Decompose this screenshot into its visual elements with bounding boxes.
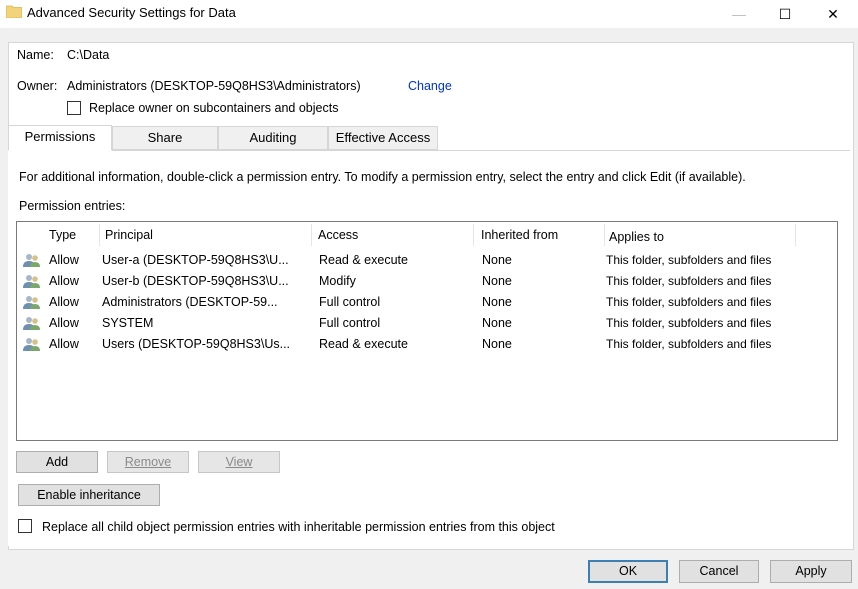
- maximize-button[interactable]: ☐: [762, 0, 808, 28]
- users-icon: [23, 338, 40, 351]
- tab-auditing[interactable]: Auditing: [218, 126, 328, 150]
- users-icon: [23, 317, 40, 330]
- view-button-label: View: [225, 455, 253, 469]
- minimize-button[interactable]: —: [716, 0, 762, 28]
- permission-entries-list[interactable]: Type Principal Access Inherited from App…: [16, 221, 838, 441]
- tab-permissions-label: Permissions: [24, 129, 96, 144]
- cell-applies-to: This folder, subfolders and files: [606, 316, 772, 330]
- window-title: Advanced Security Settings for Data: [27, 5, 236, 20]
- replace-owner-checkbox[interactable]: [67, 101, 81, 115]
- cell-applies-to: This folder, subfolders and files: [606, 274, 772, 288]
- cell-principal: Administrators (DESKTOP-59...: [102, 295, 278, 309]
- cell-inherited-from: None: [482, 253, 512, 267]
- replace-owner-label: Replace owner on subcontainers and objec…: [89, 101, 339, 115]
- column-separator[interactable]: [99, 224, 100, 246]
- owner-label: Owner:: [17, 79, 58, 93]
- replace-child-permissions-label: Replace all child object permission entr…: [42, 520, 555, 534]
- cell-applies-to: This folder, subfolders and files: [606, 295, 772, 309]
- add-button[interactable]: Add: [16, 451, 98, 473]
- cell-access: Modify: [319, 274, 356, 288]
- tab-permissions[interactable]: Permissions: [8, 125, 112, 151]
- cell-principal: Users (DESKTOP-59Q8HS3\Us...: [102, 337, 291, 351]
- table-row[interactable]: Allow User-b (DESKTOP-59Q8HS3\U... Modify N…: [17, 271, 837, 292]
- tab-effective-access[interactable]: Effective Access: [328, 126, 438, 150]
- column-separator[interactable]: [473, 224, 474, 246]
- permission-entries-label: Permission entries:: [19, 199, 126, 213]
- cell-access: Full control: [319, 316, 381, 330]
- cell-type: Allow: [49, 253, 79, 267]
- table-row[interactable]: Allow Administrators (DESKTOP-59... Full c…: [17, 292, 837, 313]
- table-row[interactable]: Allow User-a (DESKTOP-59Q8HS3\U... Read & …: [17, 250, 837, 271]
- column-header-inherited-from[interactable]: Inherited from: [477, 222, 603, 248]
- cell-access: Full control: [319, 295, 381, 309]
- enable-inheritance-button[interactable]: Enable inheritance: [18, 484, 160, 506]
- cell-access: Read & execute: [319, 337, 408, 351]
- users-icon: [23, 296, 40, 309]
- maximize-icon: ☐: [778, 5, 792, 22]
- cell-inherited-from: None: [482, 337, 512, 351]
- cell-principal: SYSTEM: [102, 316, 154, 330]
- view-button[interactable]: View: [198, 451, 280, 473]
- replace-child-permissions-checkbox[interactable]: [18, 519, 32, 533]
- tab-auditing-label: Auditing: [249, 130, 297, 145]
- minimize-icon: —: [732, 6, 746, 22]
- tab-share-label: Share: [147, 130, 183, 145]
- remove-button[interactable]: Remove: [107, 451, 189, 473]
- column-header-applies-to[interactable]: Applies to: [605, 224, 795, 250]
- column-header-type[interactable]: Type: [45, 222, 99, 248]
- cell-applies-to: This folder, subfolders and files: [606, 253, 772, 267]
- tab-share[interactable]: Share: [112, 126, 218, 150]
- cell-applies-to: This folder, subfolders and files: [606, 337, 772, 351]
- users-icon: [23, 254, 40, 267]
- column-separator[interactable]: [795, 224, 796, 246]
- cell-type: Allow: [49, 274, 79, 288]
- table-row[interactable]: Allow SYSTEM Full control None This folder, …: [17, 313, 837, 334]
- change-owner-link[interactable]: Change: [408, 79, 452, 93]
- cell-principal: User-b (DESKTOP-59Q8HS3\U...: [102, 274, 289, 288]
- cell-access: Read & execute: [319, 253, 408, 267]
- close-button[interactable]: ✕: [810, 0, 856, 28]
- close-icon: ✕: [827, 5, 839, 22]
- remove-button-label: Remove: [124, 455, 172, 469]
- ok-button[interactable]: OK: [588, 560, 668, 583]
- cancel-button[interactable]: Cancel: [679, 560, 759, 583]
- title-bar: Advanced Security Settings for Data — ☐ …: [0, 0, 858, 28]
- cell-type: Allow: [49, 295, 79, 309]
- table-row[interactable]: Allow Users (DESKTOP-59Q8HS3\Us... Read & …: [17, 334, 837, 355]
- name-label: Name:: [17, 48, 54, 62]
- cell-inherited-from: None: [482, 274, 512, 288]
- cell-type: Allow: [49, 316, 79, 330]
- users-icon: [23, 275, 40, 288]
- cell-type: Allow: [49, 337, 79, 351]
- cell-principal: User-a (DESKTOP-59Q8HS3\U...: [102, 253, 289, 267]
- name-value: C:\Data: [67, 48, 110, 62]
- info-text: For additional information, double-click…: [19, 170, 746, 184]
- owner-value: Administrators (DESKTOP-59Q8HS3\Administ…: [67, 79, 361, 93]
- folder-icon: [6, 5, 22, 18]
- cell-inherited-from: None: [482, 295, 512, 309]
- column-separator[interactable]: [311, 224, 312, 246]
- column-header-principal[interactable]: Principal: [101, 222, 311, 248]
- tab-effective-access-label: Effective Access: [335, 130, 431, 145]
- cell-inherited-from: None: [482, 316, 512, 330]
- apply-button[interactable]: Apply: [770, 560, 852, 583]
- column-header-access[interactable]: Access: [314, 222, 472, 248]
